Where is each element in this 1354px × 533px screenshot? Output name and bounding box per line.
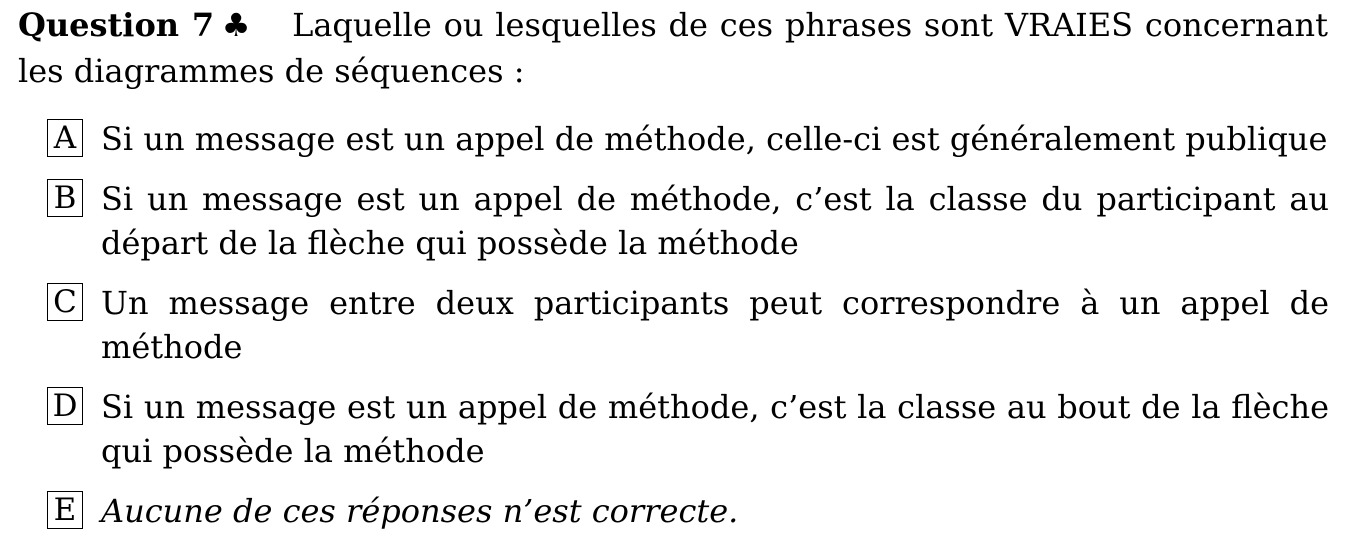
choice-checkbox-a[interactable]: A bbox=[47, 119, 83, 157]
club-icon: ♣ bbox=[220, 6, 253, 44]
choice-e[interactable]: E Aucune de ces réponses n’est correcte. bbox=[47, 489, 1329, 533]
choice-checkbox-c[interactable]: C bbox=[47, 283, 83, 321]
question-header: Question 7 ♣ Laquelle ou lesquelles de ces… bbox=[18, 2, 1328, 94]
choice-b[interactable]: B Si un message est un appel de méthode,… bbox=[47, 177, 1329, 265]
choice-text-d: Si un message est un appel de méthode, c… bbox=[101, 388, 1329, 470]
choice-d[interactable]: D Si un message est un appel de méthode,… bbox=[47, 385, 1329, 473]
choice-checkbox-e[interactable]: E bbox=[47, 491, 83, 529]
choice-checkbox-d[interactable]: D bbox=[47, 387, 83, 425]
choice-text-e: Aucune de ces réponses n’est correcte. bbox=[101, 492, 739, 530]
choice-c[interactable]: C Un message entre deux participants peu… bbox=[47, 281, 1329, 369]
question-label: Question 7 bbox=[18, 6, 215, 44]
question-block: Question 7 ♣ Laquelle ou lesquelles de ces… bbox=[18, 0, 1328, 94]
question-text: Laquelle ou lesquelles de ces phrases so… bbox=[18, 6, 1329, 90]
choice-checkbox-b[interactable]: B bbox=[47, 179, 83, 217]
choice-text-a: Si un message est un appel de méthode, c… bbox=[101, 120, 1328, 158]
choice-text-c: Un message entre deux participants peut … bbox=[101, 284, 1329, 366]
answer-choices: A Si un message est un appel de méthode,… bbox=[47, 117, 1329, 533]
choice-a[interactable]: A Si un message est un appel de méthode,… bbox=[47, 117, 1329, 161]
choice-text-b: Si un message est un appel de méthode, c… bbox=[101, 180, 1329, 262]
